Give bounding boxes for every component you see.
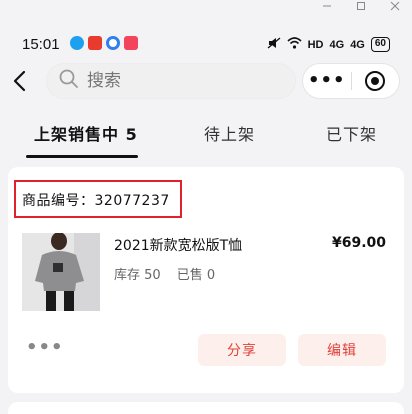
product-card[interactable]: 商品编号：32077237 2021新款宽松版T恤 ¥69.00 库存 50 已… bbox=[8, 167, 404, 393]
browser-icon bbox=[106, 36, 120, 50]
next-product-card bbox=[8, 402, 404, 414]
sold-count: 已售 0 bbox=[176, 268, 216, 283]
share-button[interactable]: 分享 bbox=[198, 334, 286, 366]
maximize-icon[interactable] bbox=[344, 0, 378, 12]
status-time: 15:01 bbox=[22, 36, 60, 53]
search-input[interactable] bbox=[87, 71, 267, 91]
window-controls bbox=[310, 0, 412, 12]
mute-icon bbox=[267, 37, 281, 52]
search-box[interactable] bbox=[46, 63, 296, 99]
signal-2: 4G bbox=[350, 38, 365, 51]
product-number: 商品编号：32077237 bbox=[14, 180, 182, 218]
more-options-button[interactable]: ••• bbox=[26, 337, 64, 358]
search-row: ••• bbox=[0, 63, 412, 101]
close-miniprogram-icon[interactable] bbox=[351, 70, 399, 92]
close-icon[interactable] bbox=[378, 0, 412, 12]
product-title[interactable]: 2021新款宽松版T恤 bbox=[114, 235, 242, 255]
screen: 15:01 HD 4G 4G 60 搜索 ••• 上架销售中 5 待上架 已下架… bbox=[0, 0, 412, 414]
mini-program-capsule: ••• bbox=[302, 63, 400, 99]
back-arrow-icon[interactable] bbox=[10, 67, 32, 95]
product-image[interactable] bbox=[22, 233, 100, 311]
status-bar: 15:01 HD 4G 4G 60 bbox=[0, 30, 412, 58]
edit-button[interactable]: 编辑 bbox=[298, 334, 386, 366]
signal-1: 4G bbox=[329, 38, 345, 51]
stock-info: 库存 50 已售 0 bbox=[114, 264, 215, 283]
hd-label: HD bbox=[307, 38, 324, 51]
search-icon bbox=[59, 69, 79, 93]
wifi-icon bbox=[287, 37, 302, 52]
system-icons: HD 4G 4G 60 bbox=[267, 37, 390, 52]
status-tabs: 上架销售中 5 待上架 已下架 bbox=[0, 108, 412, 158]
tab-pending[interactable]: 待上架 bbox=[204, 121, 255, 145]
minimize-icon[interactable] bbox=[310, 0, 344, 12]
notification-icons bbox=[70, 36, 138, 50]
more-menu-icon[interactable]: ••• bbox=[303, 63, 351, 99]
product-price: ¥69.00 bbox=[331, 235, 386, 251]
shopping-app-icon bbox=[88, 36, 102, 50]
video-app-icon bbox=[124, 36, 138, 50]
battery-icon: 60 bbox=[370, 37, 390, 52]
tab-delisted[interactable]: 已下架 bbox=[326, 121, 377, 145]
tab-on-sale[interactable]: 上架销售中 5 bbox=[34, 121, 138, 145]
qq-icon bbox=[70, 36, 84, 50]
stock-count: 库存 50 bbox=[114, 268, 161, 283]
active-tab-indicator bbox=[26, 155, 138, 158]
